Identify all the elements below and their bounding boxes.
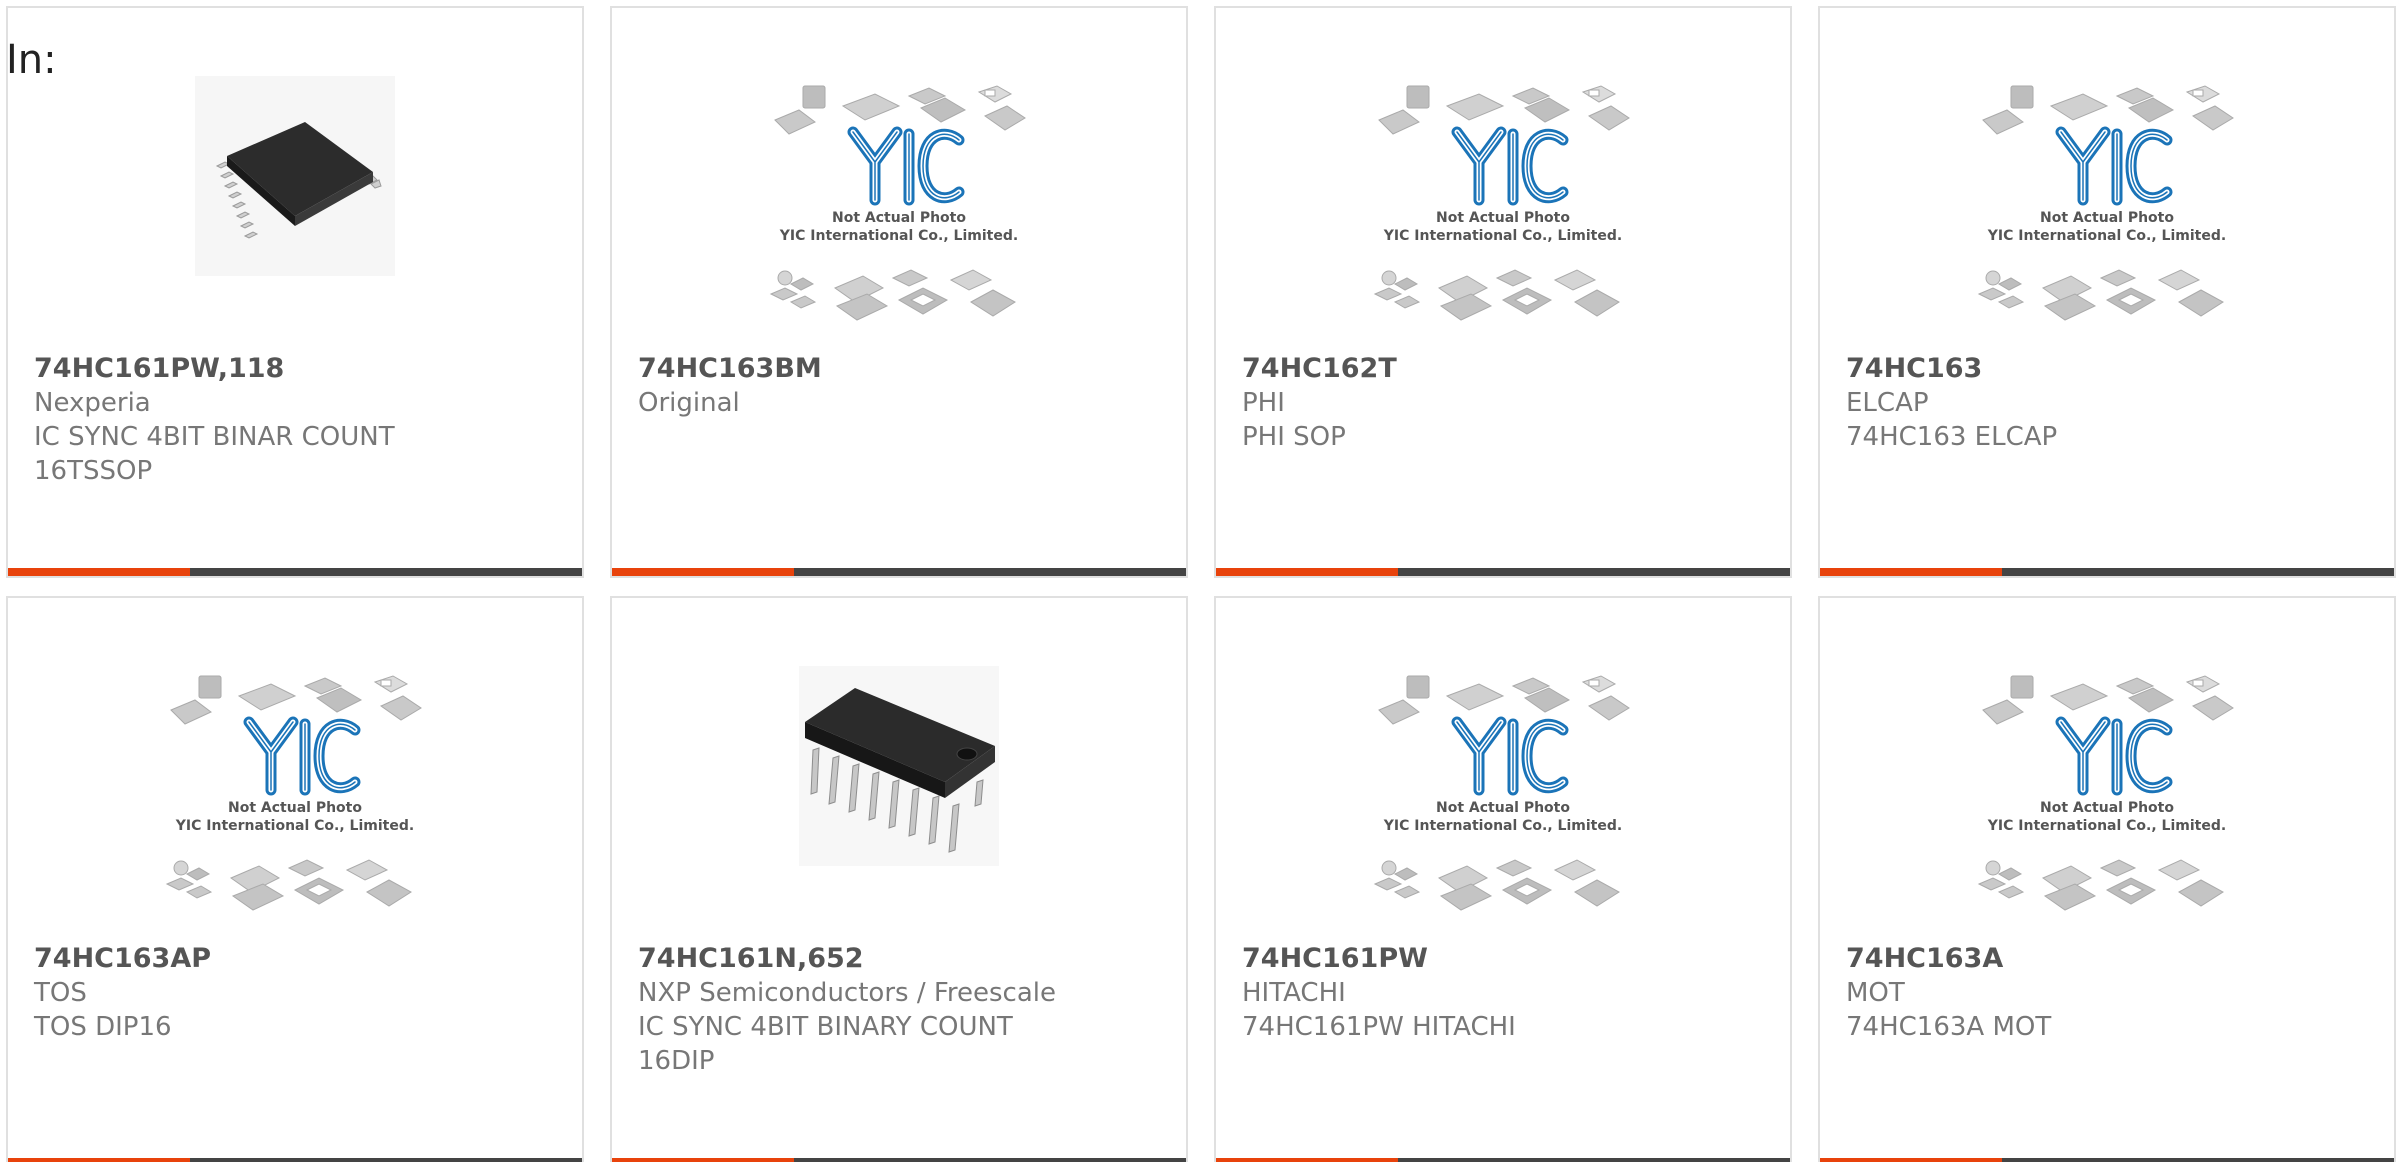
part-number-link[interactable]: 74HC161PW [1242,942,1770,976]
not-actual-photo-placeholder: Not Actual Photo YIC International Co., … [1967,62,2247,332]
placeholder-caption: Not Actual Photo [2040,210,2174,226]
placeholder-caption: Not Actual Photo [2040,800,2174,816]
description: IC SYNC 4BIT BINARY COUNT [638,1012,1013,1042]
placeholder-company: YIC International Co., Limited. [175,818,414,834]
placeholder-caption: Not Actual Photo [1436,210,1570,226]
description: TOS DIP16 [34,1012,172,1042]
card-bottom-bar [1216,568,1790,576]
tssop-chip-photo [194,75,396,277]
product-card[interactable]: Not Actual Photo YIC International Co., … [6,596,584,1162]
product-card[interactable]: Not Actual Photo YIC International Co., … [610,6,1188,578]
part-number-link[interactable]: 74HC162T [1242,352,1770,386]
product-card[interactable]: 74HC161N,652 NXP Semiconductors / Freesc… [610,596,1188,1162]
part-number-link[interactable]: 74HC161PW,118 [34,352,562,386]
card-accent-bar [1216,1158,1398,1162]
card-accent-bar [8,1158,190,1162]
not-actual-photo-placeholder: Not Actual Photo YIC International Co., … [1363,652,1643,922]
card-accent-bar [1820,568,2002,576]
card-accent-bar [612,1158,794,1162]
product-card[interactable]: 74HC161PW,118 Nexperia IC SYNC 4BIT BINA… [6,6,584,578]
description: 74HC161PW HITACHI [1242,1012,1516,1042]
placeholder-caption: Not Actual Photo [832,210,966,226]
not-actual-photo-placeholder: Not Actual Photo YIC International Co., … [155,652,435,922]
manufacturer: PHI [1242,388,1285,418]
card-bottom-bar [612,568,1186,576]
card-bottom-bar [612,1158,1186,1162]
card-accent-bar [612,568,794,576]
dip-chip-photo [798,665,1000,867]
placeholder-company: YIC International Co., Limited. [1383,228,1622,244]
manufacturer: Nexperia [34,388,151,418]
card-bottom-bar [8,1158,582,1162]
in-label: In: [6,37,57,83]
description: 74HC163A MOT [1846,1012,2052,1042]
card-bottom-bar [1820,1158,2394,1162]
manufacturer: Original [638,388,740,418]
manufacturer: NXP Semiconductors / Freescale [638,978,1057,1008]
part-number-link[interactable]: 74HC161N,652 [638,942,1166,976]
card-bottom-bar [1820,568,2394,576]
description: 74HC163 ELCAP [1846,422,2058,452]
product-card[interactable]: Not Actual Photo YIC International Co., … [1818,6,2396,578]
description-package: 16TSSOP [34,456,153,486]
card-accent-bar [1216,568,1398,576]
product-card[interactable]: Not Actual Photo YIC International Co., … [1214,6,1792,578]
not-actual-photo-placeholder: Not Actual Photo YIC International Co., … [1967,652,2247,922]
description: IC SYNC 4BIT BINAR COUNT [34,422,395,452]
part-number-link[interactable]: 74HC163AP [34,942,562,976]
placeholder-company: YIC International Co., Limited. [1987,818,2226,834]
manufacturer: ELCAP [1846,388,1929,418]
product-card[interactable]: Not Actual Photo YIC International Co., … [1818,596,2396,1162]
description: PHI SOP [1242,422,1346,452]
product-card[interactable]: Not Actual Photo YIC International Co., … [1214,596,1792,1162]
description-package: 16DIP [638,1046,715,1076]
card-accent-bar [8,568,190,576]
card-bottom-bar [8,568,582,576]
manufacturer: TOS [34,978,87,1008]
placeholder-caption: Not Actual Photo [1436,800,1570,816]
not-actual-photo-placeholder: Not Actual Photo YIC International Co., … [759,62,1039,332]
manufacturer: HITACHI [1242,978,1346,1008]
card-bottom-bar [1216,1158,1790,1162]
placeholder-company: YIC International Co., Limited. [1987,228,2226,244]
part-number-link[interactable]: 74HC163 [1846,352,2374,386]
part-number-link[interactable]: 74HC163BM [638,352,1166,386]
part-number-link[interactable]: 74HC163A [1846,942,2374,976]
card-accent-bar [1820,1158,2002,1162]
product-grid-page: In: 74HC161PW,118 Nexperia IC SYNC 4BIT … [0,0,2400,1162]
manufacturer: MOT [1846,978,1905,1008]
placeholder-company: YIC International Co., Limited. [1383,818,1622,834]
placeholder-caption: Not Actual Photo [228,800,362,816]
not-actual-photo-placeholder: Not Actual Photo YIC International Co., … [1363,62,1643,332]
placeholder-company: YIC International Co., Limited. [779,228,1018,244]
